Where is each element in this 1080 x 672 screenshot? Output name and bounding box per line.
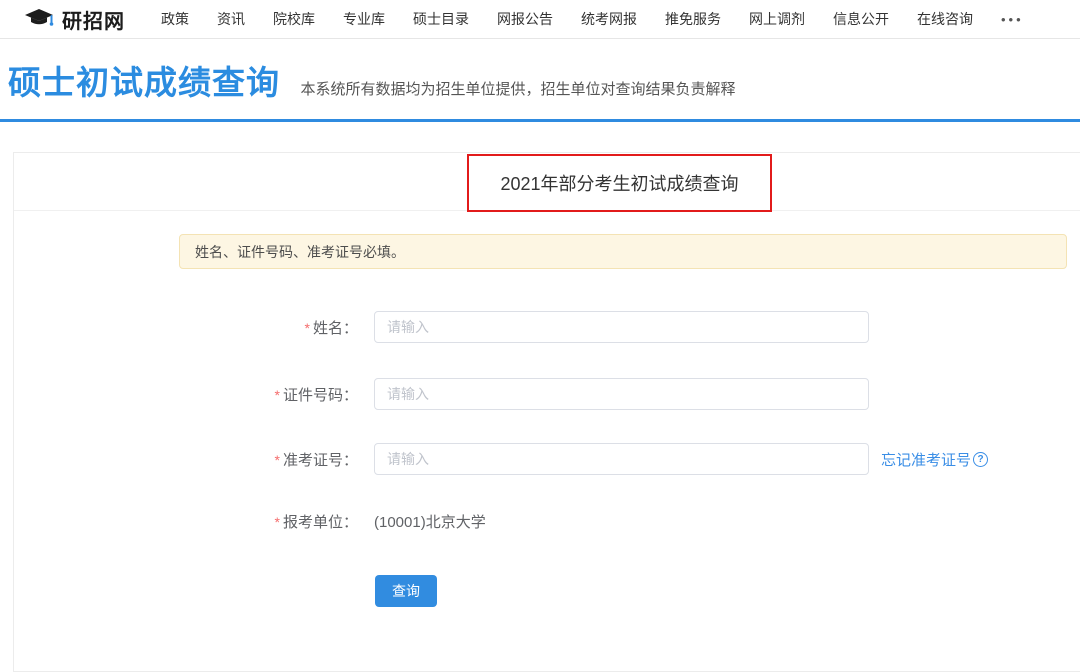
nav-item-online-report-notice[interactable]: 网报公告 — [497, 9, 553, 29]
nav-item-online-consult[interactable]: 在线咨询 — [917, 9, 973, 29]
site-logo-text: 研招网 — [62, 5, 125, 34]
ticket-number-label: *准考证号： — [14, 449, 358, 470]
forgot-ticket-link[interactable]: 忘记准考证号 ? — [881, 449, 988, 470]
page-title: 硕士初试成绩查询 — [8, 56, 280, 104]
notice-text: 姓名、证件号码、准考证号必填。 — [195, 242, 405, 262]
form-row-ticket-number: *准考证号： 忘记准考证号 ? — [14, 443, 988, 475]
id-number-input[interactable] — [374, 378, 869, 410]
card-header: 2021年部分考生初试成绩查询 — [14, 153, 1080, 211]
page-subtitle: 本系统所有数据均为招生单位提供，招生单位对查询结果负责解释 — [300, 78, 735, 99]
required-fields-notice: 姓名、证件号码、准考证号必填。 — [179, 234, 1067, 269]
red-annotation-box: 2021年部分考生初试成绩查询 — [467, 154, 772, 212]
nav-item-exempt-service[interactable]: 推免服务 — [665, 9, 721, 29]
form-row-name: *姓名： — [14, 311, 869, 343]
applied-unit-value: (10001)北京大学 — [374, 511, 486, 532]
required-asterisk: * — [275, 514, 280, 530]
top-navbar: 研招网 政策 资讯 院校库 专业库 硕士目录 网报公告 统考网报 推免服务 网上… — [0, 0, 1080, 39]
nav-item-master-catalog[interactable]: 硕士目录 — [413, 9, 469, 29]
blue-divider — [0, 119, 1080, 122]
applied-unit-label: *报考单位： — [14, 511, 358, 532]
page-header: 硕士初试成绩查询 本系统所有数据均为招生单位提供，招生单位对查询结果负责解释 — [8, 56, 735, 104]
graduation-cap-icon — [25, 8, 55, 30]
site-logo[interactable]: 研招网 — [25, 5, 125, 34]
form-row-id-number: *证件号码： — [14, 378, 869, 410]
nav-more-icon[interactable]: ••• — [1001, 12, 1024, 27]
required-asterisk: * — [305, 320, 310, 336]
name-label: *姓名： — [14, 317, 358, 338]
form-row-applied-unit: *报考单位： (10001)北京大学 — [14, 505, 486, 537]
nav-item-info-disclosure[interactable]: 信息公开 — [833, 9, 889, 29]
card-title: 2021年部分考生初试成绩查询 — [500, 170, 738, 196]
nav-item-college-db[interactable]: 院校库 — [273, 9, 315, 29]
query-card: 2021年部分考生初试成绩查询 姓名、证件号码、准考证号必填。 *姓名： *证件… — [13, 152, 1080, 672]
ticket-number-input[interactable] — [374, 443, 869, 475]
required-asterisk: * — [275, 452, 280, 468]
name-input[interactable] — [374, 311, 869, 343]
nav-item-major-db[interactable]: 专业库 — [343, 9, 385, 29]
nav-menu: 政策 资讯 院校库 专业库 硕士目录 网报公告 统考网报 推免服务 网上调剂 信… — [161, 9, 1024, 29]
query-submit-button[interactable]: 查询 — [375, 575, 437, 607]
nav-item-unified-exam-report[interactable]: 统考网报 — [581, 9, 637, 29]
nav-item-policy[interactable]: 政策 — [161, 9, 189, 29]
required-asterisk: * — [275, 387, 280, 403]
nav-item-news[interactable]: 资讯 — [217, 9, 245, 29]
nav-item-online-adjustment[interactable]: 网上调剂 — [749, 9, 805, 29]
id-number-label: *证件号码： — [14, 384, 358, 405]
help-question-icon: ? — [973, 452, 988, 467]
